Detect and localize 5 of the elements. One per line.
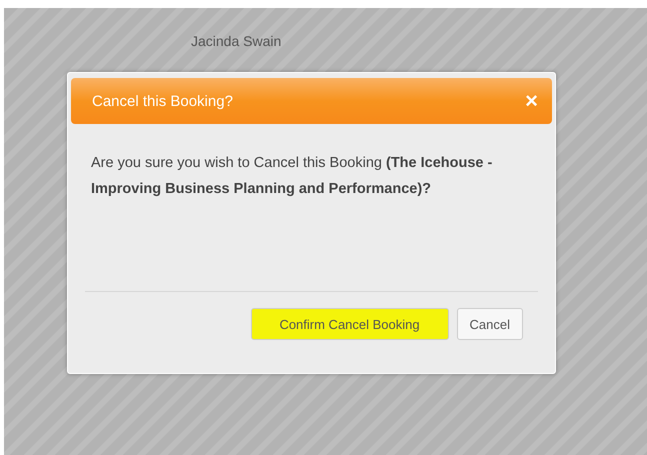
dialog-message: Are you sure you wish to Cancel this Booking (The Icehouse - Improving Business Planning and Performance)? — [91, 154, 494, 199]
cancel-button[interactable]: Cancel — [456, 308, 523, 340]
person-name: Jacinda Swain — [191, 33, 282, 49]
dialog-title: Cancel this Booking? — [92, 92, 233, 110]
confirm-button[interactable]: Confirm Cancel Booking — [250, 308, 449, 340]
